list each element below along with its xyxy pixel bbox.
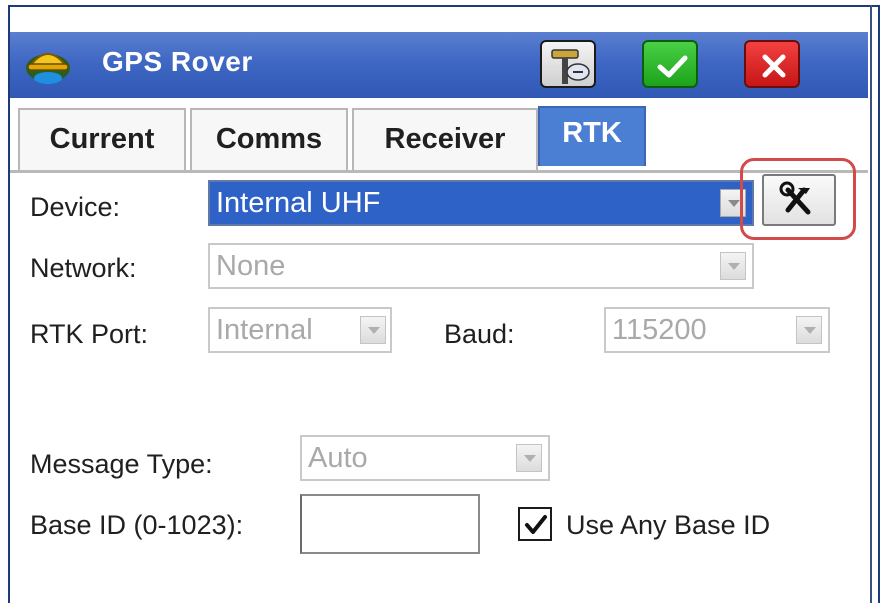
close-icon: [762, 54, 786, 78]
survey-style-button[interactable]: [540, 40, 596, 88]
base-id-input[interactable]: [300, 494, 480, 554]
title-bar: GPS Rover: [10, 32, 868, 98]
rtk-port-label: RTK Port:: [30, 319, 149, 349]
network-select[interactable]: None: [208, 243, 754, 289]
chevron-down-icon: [728, 200, 740, 207]
close-button[interactable]: [744, 40, 800, 88]
tab-receiver[interactable]: Receiver: [352, 108, 538, 170]
tab-current[interactable]: Current: [18, 108, 186, 170]
network-value: None: [216, 250, 286, 282]
message-type-select[interactable]: Auto: [300, 435, 550, 481]
tab-comms[interactable]: Comms: [190, 108, 348, 170]
rtk-port-value: Internal: [216, 314, 313, 346]
checkmark-icon: [525, 515, 547, 534]
tab-strip: Current Comms Receiver RTK: [10, 98, 868, 173]
message-type-value: Auto: [308, 442, 368, 474]
use-any-base-id-checkbox[interactable]: [518, 507, 552, 541]
window-right-edge: [870, 5, 872, 603]
use-any-base-id-label[interactable]: Use Any Base ID: [566, 510, 770, 541]
device-select[interactable]: Internal UHF: [208, 180, 754, 226]
chevron-down-icon: [728, 263, 740, 270]
base-id-label: Base ID (0-1023):: [30, 510, 244, 540]
network-label: Network:: [30, 253, 137, 283]
rtk-port-dropdown-arrow[interactable]: [360, 316, 386, 344]
message-type-dropdown-arrow[interactable]: [516, 444, 542, 472]
chevron-down-icon: [524, 455, 536, 462]
rtk-port-select[interactable]: Internal: [208, 307, 392, 353]
window-title: GPS Rover: [102, 46, 253, 77]
helmet-icon: [24, 44, 72, 86]
baud-select[interactable]: 115200: [604, 307, 830, 353]
device-settings-button[interactable]: [762, 174, 836, 226]
baud-dropdown-arrow[interactable]: [796, 316, 822, 344]
tab-rtk[interactable]: RTK: [538, 106, 646, 166]
ok-button[interactable]: [642, 40, 698, 88]
message-type-label: Message Type:: [30, 449, 213, 479]
device-label: Device:: [30, 192, 121, 222]
chevron-down-icon: [804, 327, 816, 334]
checkmark-icon: [657, 55, 688, 78]
chevron-down-icon: [368, 327, 380, 334]
device-value: Internal UHF: [216, 187, 381, 219]
survey-rod-icon: [551, 49, 590, 84]
baud-label: Baud:: [444, 319, 515, 349]
tools-icon: [779, 181, 811, 215]
baud-value: 115200: [612, 314, 707, 346]
network-dropdown-arrow[interactable]: [720, 252, 746, 280]
